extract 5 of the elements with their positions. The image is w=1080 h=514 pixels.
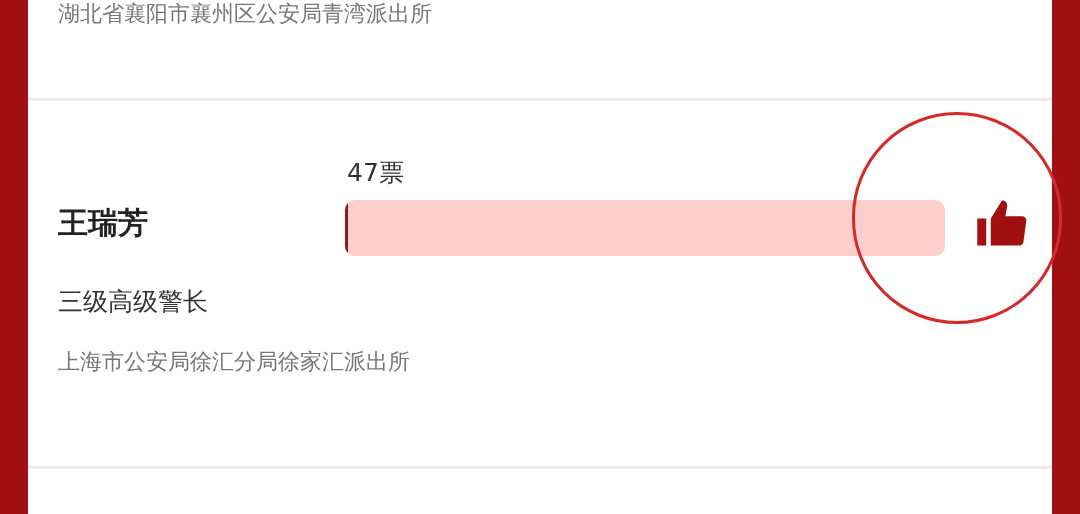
candidate-name: 王瑞芳: [58, 204, 148, 242]
vote-count: 47票: [347, 157, 404, 189]
rank-text: 三级高级警长: [58, 286, 208, 318]
organization-text: 湖北省襄阳市襄州区公安局青湾派出所: [58, 0, 432, 28]
organization-text: 上海市公安局徐汇分局徐家汇派出所: [58, 348, 410, 376]
